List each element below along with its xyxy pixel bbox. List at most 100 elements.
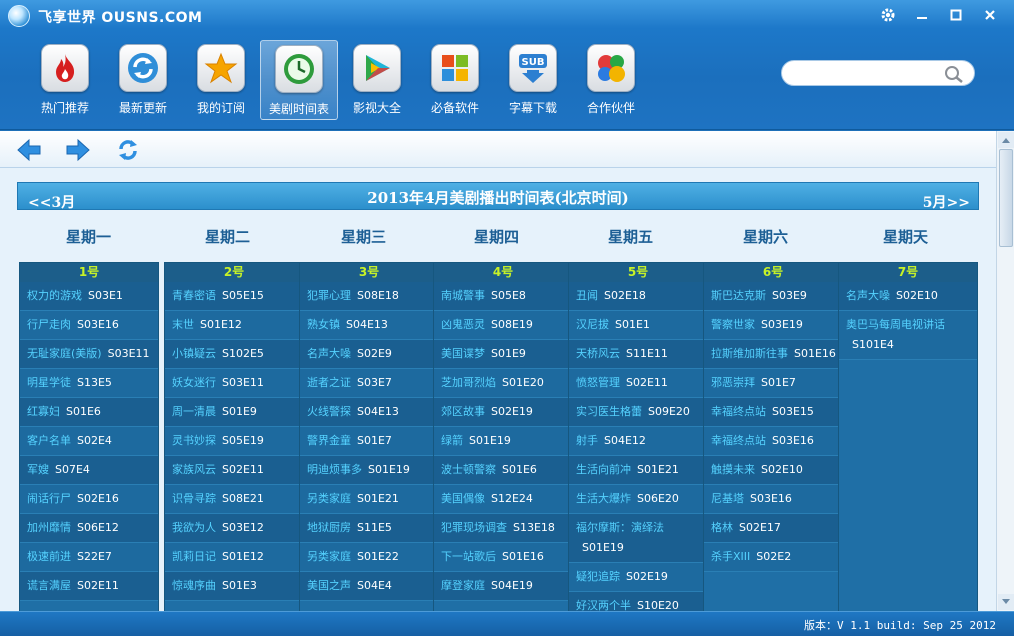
show-entry[interactable]: 丑闻 S02E18 (569, 282, 707, 311)
show-entry[interactable]: 闹话行尸 S02E16 (20, 485, 158, 514)
show-entry[interactable]: 无耻家庭(美版) S03E11 (20, 340, 158, 369)
scroll-up-arrow-icon[interactable] (998, 132, 1014, 148)
show-title-link[interactable]: 汉尼拔 (576, 318, 609, 331)
show-title-link[interactable]: 凶鬼恶灵 (441, 318, 485, 331)
show-title-link[interactable]: 犯罪现场调查 (441, 521, 507, 534)
show-title-link[interactable]: 拉斯维加斯往事 (711, 347, 788, 360)
show-title-link[interactable]: 警界金童 (307, 434, 351, 447)
show-entry[interactable]: 实习医生格蕾 S09E20 (569, 398, 707, 427)
nav-item-movies[interactable]: 影视大全 (338, 40, 416, 120)
show-entry[interactable]: 愤怒管理 S02E11 (569, 369, 707, 398)
show-title-link[interactable]: 明星学徒 (27, 376, 71, 389)
show-entry[interactable]: 周一清晨 S01E9 (165, 398, 303, 427)
show-title-link[interactable]: 闹话行尸 (27, 492, 71, 505)
show-title-link[interactable]: 我欲为人 (172, 521, 216, 534)
show-title-link[interactable]: 加州靡情 (27, 521, 71, 534)
show-entry[interactable]: 灵书妙探 S05E19 (165, 427, 303, 456)
show-title-link[interactable]: 生活向前冲 (576, 463, 631, 476)
show-title-link[interactable]: 名声大噪 (846, 289, 890, 302)
show-entry[interactable]: 尼基塔 S03E16 (704, 485, 842, 514)
show-title-link[interactable]: 生活大爆炸 (576, 492, 631, 505)
show-title-link[interactable]: 触摸未来 (711, 463, 755, 476)
nav-item-latest[interactable]: 最新更新 (104, 40, 182, 120)
show-entry[interactable]: 谎言满屋 S02E11 (20, 572, 158, 601)
show-title-link[interactable]: 小镇疑云 (172, 347, 216, 360)
show-title-link[interactable]: 绿箭 (441, 434, 463, 447)
show-title-link[interactable]: 军嫂 (27, 463, 49, 476)
show-entry[interactable]: 犯罪现场调查 S13E18 (434, 514, 572, 543)
show-entry[interactable]: 郊区故事 S02E19 (434, 398, 572, 427)
show-entry[interactable]: 警界金童 S01E7 (300, 427, 438, 456)
back-arrow-icon[interactable] (15, 137, 43, 163)
show-entry[interactable]: 芝加哥烈焰 S01E20 (434, 369, 572, 398)
show-entry[interactable]: 军嫂 S07E4 (20, 456, 158, 485)
show-entry[interactable]: 斯巴达克斯 S03E9 (704, 282, 842, 311)
show-entry[interactable]: 另类家庭 S01E22 (300, 543, 438, 572)
maximize-button[interactable] (942, 4, 970, 26)
show-title-link[interactable]: 另类家庭 (307, 492, 351, 505)
show-title-link[interactable]: 权力的游戏 (27, 289, 82, 302)
show-title-link[interactable]: 幸福终点站 (711, 405, 766, 418)
show-entry[interactable]: 青春密语 S05E15 (165, 282, 303, 311)
show-title-link[interactable]: 实习医生格蕾 (576, 405, 642, 418)
show-title-link[interactable]: 芝加哥烈焰 (441, 376, 496, 389)
show-title-link[interactable]: 尼基塔 (711, 492, 744, 505)
show-entry[interactable]: 邪恶崇拜 S01E7 (704, 369, 842, 398)
show-entry[interactable]: 名声大噪 S02E9 (300, 340, 438, 369)
nav-item-partners[interactable]: 合作伙伴 (572, 40, 650, 120)
show-entry[interactable]: 逝者之证 S03E7 (300, 369, 438, 398)
show-entry[interactable]: 小镇疑云 S102E5 (165, 340, 303, 369)
show-entry[interactable]: 熟女镇 S04E13 (300, 311, 438, 340)
show-title-link[interactable]: 火线警探 (307, 405, 351, 418)
show-entry[interactable]: 加州靡情 S06E12 (20, 514, 158, 543)
show-entry[interactable]: 权力的游戏 S03E1 (20, 282, 158, 311)
show-title-link[interactable]: 丑闻 (576, 289, 598, 302)
show-title-link[interactable]: 郊区故事 (441, 405, 485, 418)
show-entry[interactable]: 妖女迷行 S03E11 (165, 369, 303, 398)
show-title-link[interactable]: 识骨寻踪 (172, 492, 216, 505)
show-entry[interactable]: 识骨寻踪 S08E21 (165, 485, 303, 514)
show-entry[interactable]: 火线警探 S04E13 (300, 398, 438, 427)
nav-item-subtitles[interactable]: SUB 字幕下载 (494, 40, 572, 120)
search-icon[interactable] (944, 65, 964, 87)
show-title-link[interactable]: 波士顿警察 (441, 463, 496, 476)
show-title-link[interactable]: 谎言满屋 (27, 579, 71, 592)
show-title-link[interactable]: 美国谍梦 (441, 347, 485, 360)
show-entry[interactable]: 拉斯维加斯往事 S01E16 (704, 340, 842, 369)
show-entry[interactable]: 触摸未来 S02E10 (704, 456, 842, 485)
show-entry[interactable]: 幸福终点站 S03E15 (704, 398, 842, 427)
show-entry[interactable]: 摩登家庭 S04E19 (434, 572, 572, 601)
show-title-link[interactable]: 好汉两个半 (576, 599, 631, 611)
show-title-link[interactable]: 末世 (172, 318, 194, 331)
show-entry[interactable]: 客户名单 S02E4 (20, 427, 158, 456)
show-entry[interactable]: 生活向前冲 S01E21 (569, 456, 707, 485)
scroll-thumb[interactable] (999, 149, 1013, 247)
nav-item-schedule[interactable]: 美剧时间表 (260, 40, 338, 120)
show-entry[interactable]: 格林 S02E17 (704, 514, 842, 543)
reload-icon[interactable] (114, 137, 142, 163)
show-title-link[interactable]: 另类家庭 (307, 550, 351, 563)
show-entry[interactable]: 绿箭 S01E19 (434, 427, 572, 456)
minimize-button[interactable] (908, 4, 936, 26)
show-title-link[interactable]: 逝者之证 (307, 376, 351, 389)
show-title-link[interactable]: 摩登家庭 (441, 579, 485, 592)
show-title-link[interactable]: 邪恶崇拜 (711, 376, 755, 389)
show-entry[interactable]: 地狱厨房 S11E5 (300, 514, 438, 543)
show-title-link[interactable]: 惊魂序曲 (172, 579, 216, 592)
show-entry[interactable]: 另类家庭 S01E21 (300, 485, 438, 514)
scroll-down-arrow-icon[interactable] (998, 594, 1014, 610)
show-title-link[interactable]: 格林 (711, 521, 733, 534)
show-entry[interactable]: 凶鬼恶灵 S08E19 (434, 311, 572, 340)
vertical-scrollbar[interactable] (996, 131, 1014, 611)
show-entry[interactable]: 明迪烦事多 S01E19 (300, 456, 438, 485)
show-entry[interactable]: 家族风云 S02E11 (165, 456, 303, 485)
show-entry[interactable]: 福尔摩斯：演绎法 S01E19 (569, 514, 707, 563)
nav-item-subscriptions[interactable]: 我的订阅 (182, 40, 260, 120)
show-title-link[interactable]: 名声大噪 (307, 347, 351, 360)
show-entry[interactable]: 生活大爆炸 S06E20 (569, 485, 707, 514)
show-title-link[interactable]: 周一清晨 (172, 405, 216, 418)
show-title-link[interactable]: 杀手XIII (711, 550, 750, 563)
show-title-link[interactable]: 行尸走肉 (27, 318, 71, 331)
show-title-link[interactable]: 美国偶像 (441, 492, 485, 505)
forward-arrow-icon[interactable] (64, 137, 92, 163)
